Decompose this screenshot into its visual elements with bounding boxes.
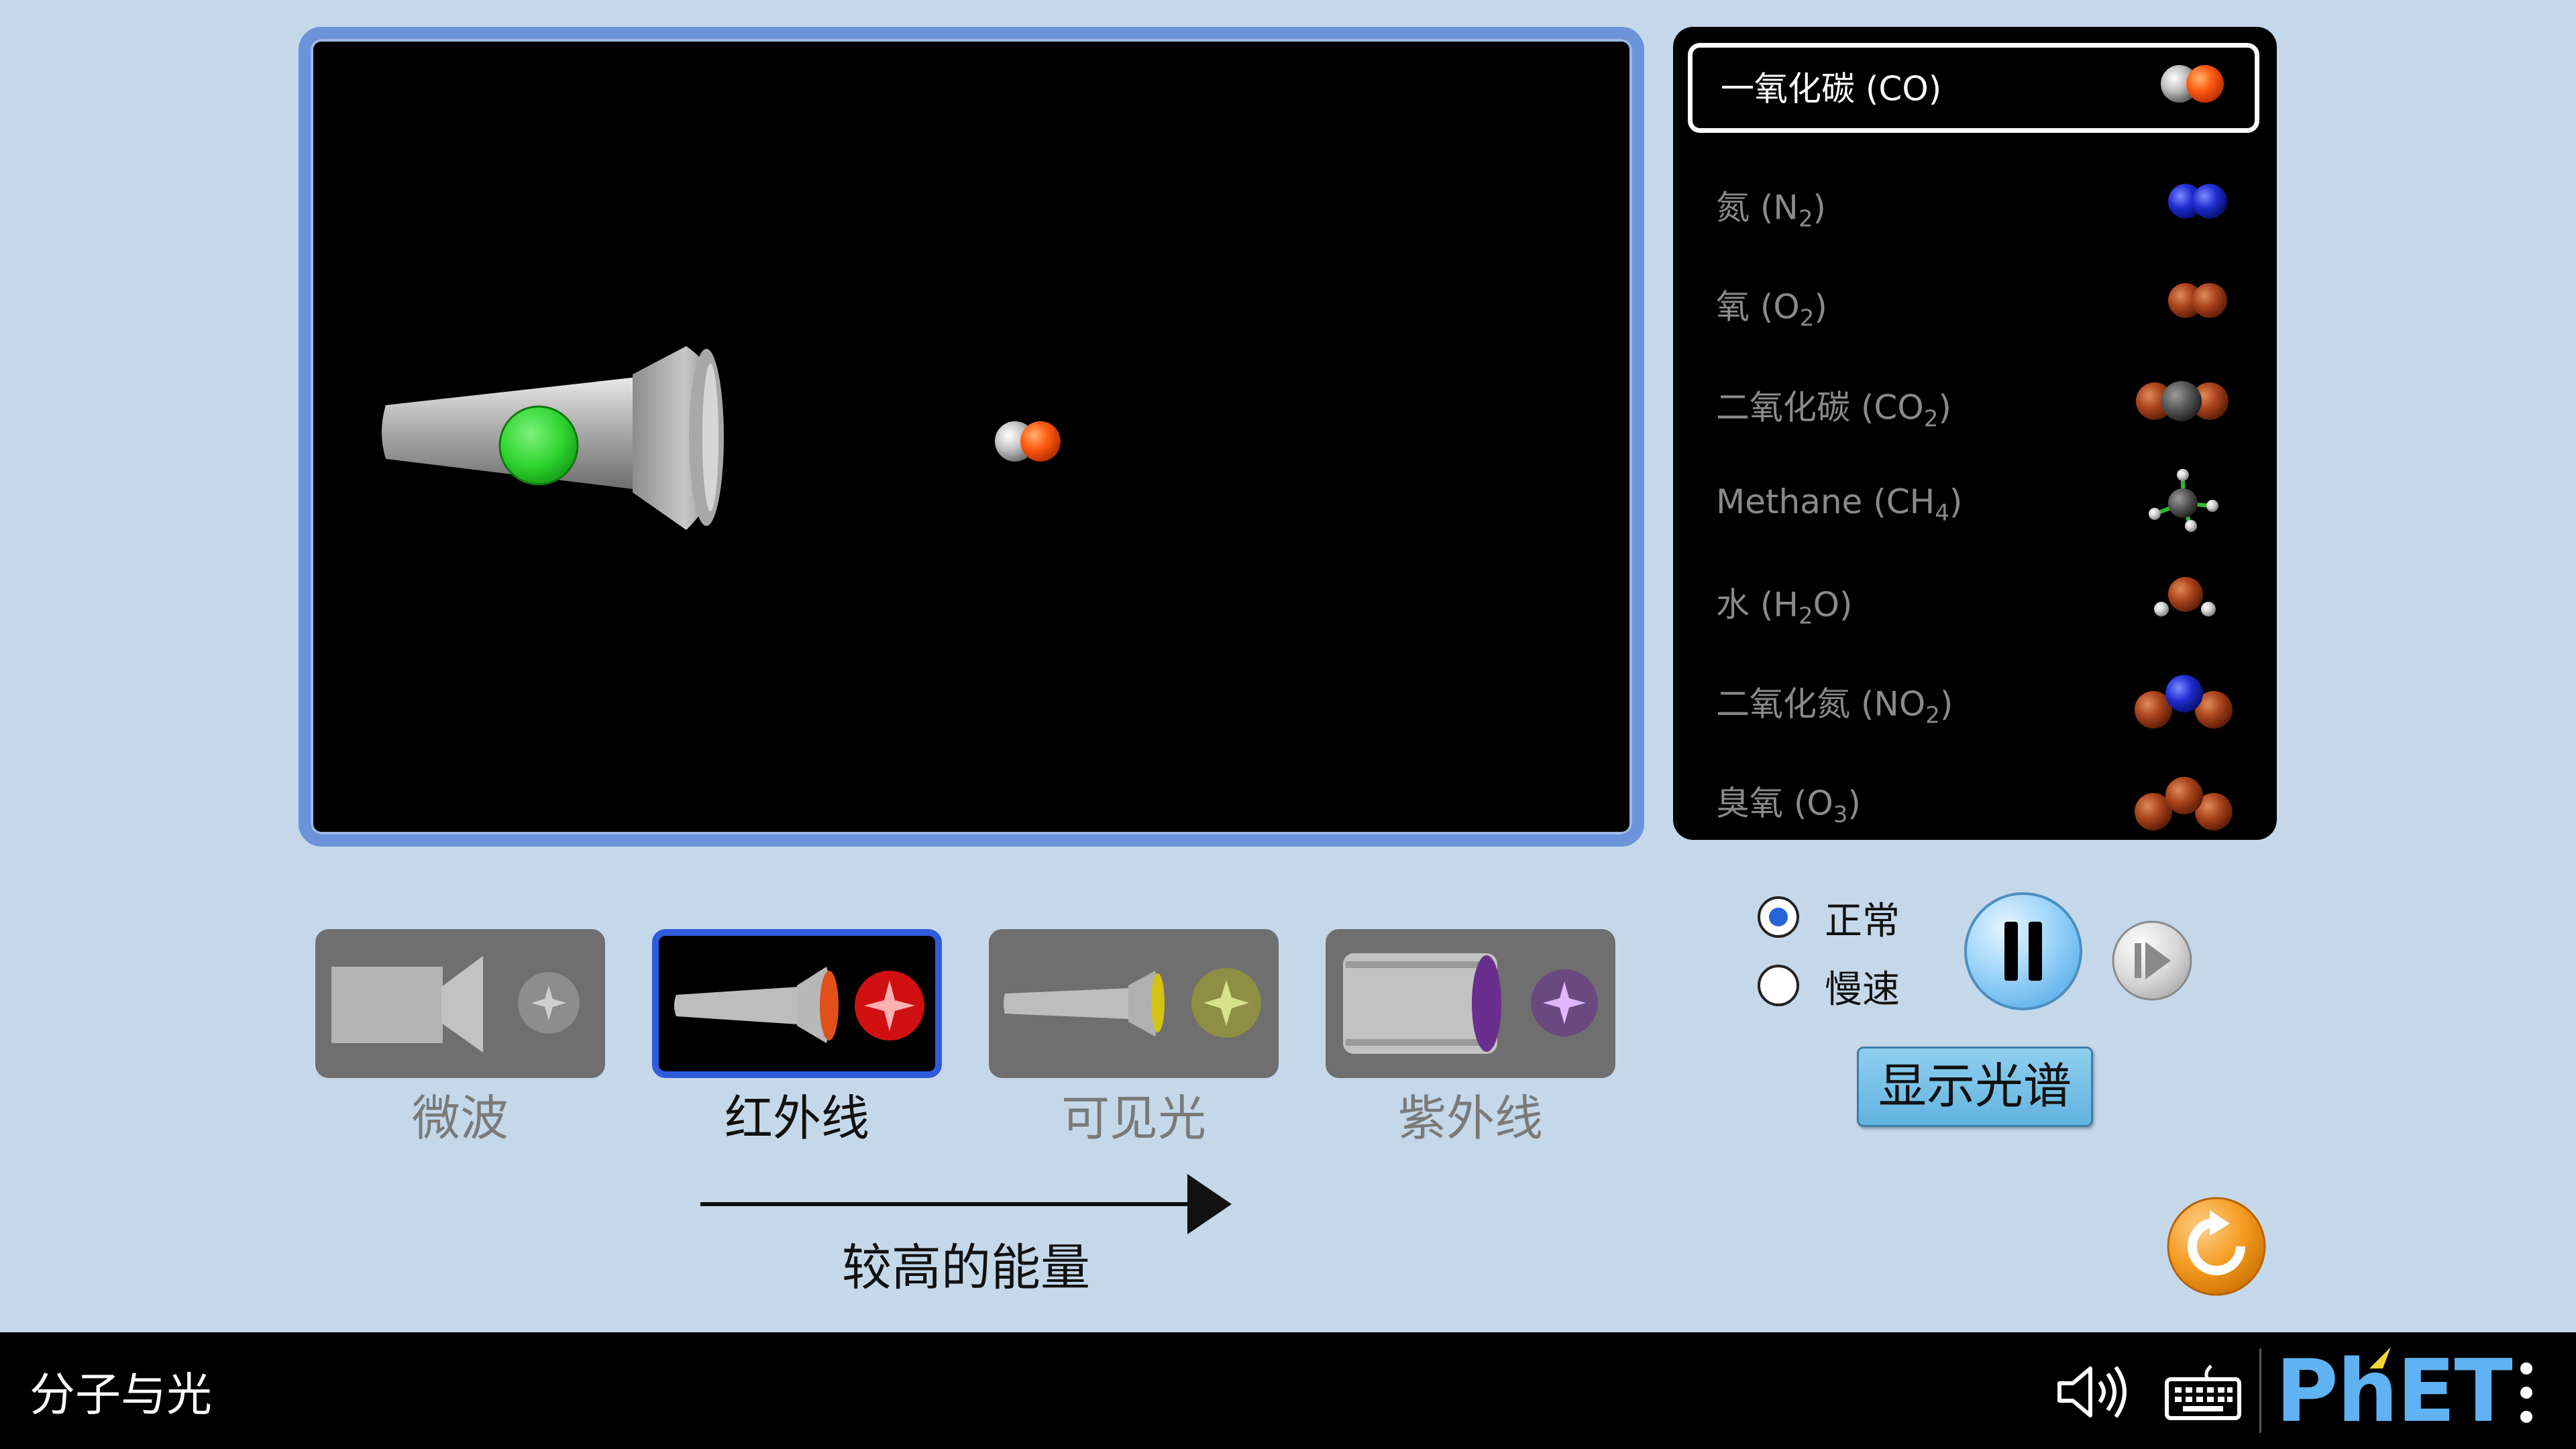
molecule-selector: 一氧化碳 (CO) 氮 (N2) 氧 (O2) 二氧化碳 (CO2) Methane (… (1673, 27, 2277, 840)
molecule-option-co2[interactable]: 二氧化碳 (CO2) (1688, 368, 2259, 445)
slow-speed-radio[interactable] (1758, 965, 1799, 1006)
infrared-source-button[interactable] (652, 929, 942, 1078)
ch4-molecule-icon (2149, 469, 2218, 532)
molecule-label: 氮 (N2) (1716, 188, 1826, 233)
molecule-label: 氧 (O2) (1716, 287, 1827, 332)
n2-molecule-icon (2168, 184, 2227, 219)
sim-title: 分子与光 (30, 1368, 213, 1422)
infrared-label: 红外线 (724, 1090, 869, 1146)
molecule-label: Methane (CH4) (1716, 482, 1963, 527)
molecule-label: 一氧化碳 (CO) (1721, 69, 1942, 109)
menu-dots-icon[interactable] (2513, 1359, 2540, 1426)
co-molecule[interactable] (995, 421, 1061, 462)
ultraviolet-label: 紫外线 (1397, 1090, 1543, 1146)
keyboard-icon[interactable] (2164, 1363, 2242, 1421)
show-spectrum-button[interactable]: 显示光谱 (1857, 1046, 2093, 1127)
microwave-label: 微波 (411, 1090, 508, 1146)
normal-speed-radio[interactable] (1758, 896, 1799, 938)
phet-logo-star-icon (2369, 1347, 2391, 1368)
visible-source-button[interactable] (989, 929, 1279, 1078)
molecule-option-o2[interactable]: 氧 (O2) (1688, 267, 2259, 345)
nav-divider (2259, 1348, 2261, 1433)
molecule-label: 二氧化氮 (NO2) (1716, 684, 1953, 729)
molecule-label: 二氧化碳 (CO2) (1716, 388, 1951, 433)
sound-icon[interactable] (2055, 1362, 2129, 1422)
molecule-option-h2o[interactable]: 水 (H2O) (1688, 565, 2259, 643)
no2-molecule-icon (2135, 675, 2233, 729)
pause-button[interactable] (1962, 890, 2085, 1013)
navigation-bar: 分子与光 PhET (0, 1332, 2576, 1449)
molecule-option-ch4[interactable]: Methane (CH4) (1688, 466, 2259, 543)
co-molecule-icon (2161, 65, 2224, 103)
microwave-source-button[interactable] (315, 929, 605, 1078)
visible-label: 可见光 (1061, 1090, 1206, 1146)
energy-arrow (700, 1174, 1232, 1234)
emitter-on-button[interactable] (498, 405, 579, 486)
slow-speed-label: 慢速 (1825, 968, 1900, 1012)
molecule-option-n2[interactable]: 氮 (N2) (1688, 168, 2259, 246)
molecule-option-co[interactable]: 一氧化碳 (CO) (1688, 43, 2259, 133)
o3-molecule-icon (2135, 777, 2233, 830)
energy-arrow-label: 较高的能量 (842, 1239, 1090, 1297)
normal-speed-label: 正常 (1825, 900, 1900, 943)
step-forward-button[interactable] (2110, 919, 2194, 1002)
molecule-option-o3[interactable]: 臭氧 (O3) (1688, 763, 2259, 841)
molecule-label: 臭氧 (O3) (1716, 784, 1861, 828)
ultraviolet-source-button[interactable] (1326, 929, 1615, 1078)
reset-all-button[interactable] (2165, 1195, 2267, 1297)
co2-molecule-icon (2136, 381, 2229, 421)
molecule-label: 水 (H2O) (1716, 585, 1853, 630)
h2o-molecule-icon (2154, 577, 2216, 616)
molecule-option-no2[interactable]: 二氧化氮 (NO2) (1688, 664, 2259, 742)
observation-window (299, 27, 1644, 847)
o2-molecule-icon (2168, 283, 2227, 318)
